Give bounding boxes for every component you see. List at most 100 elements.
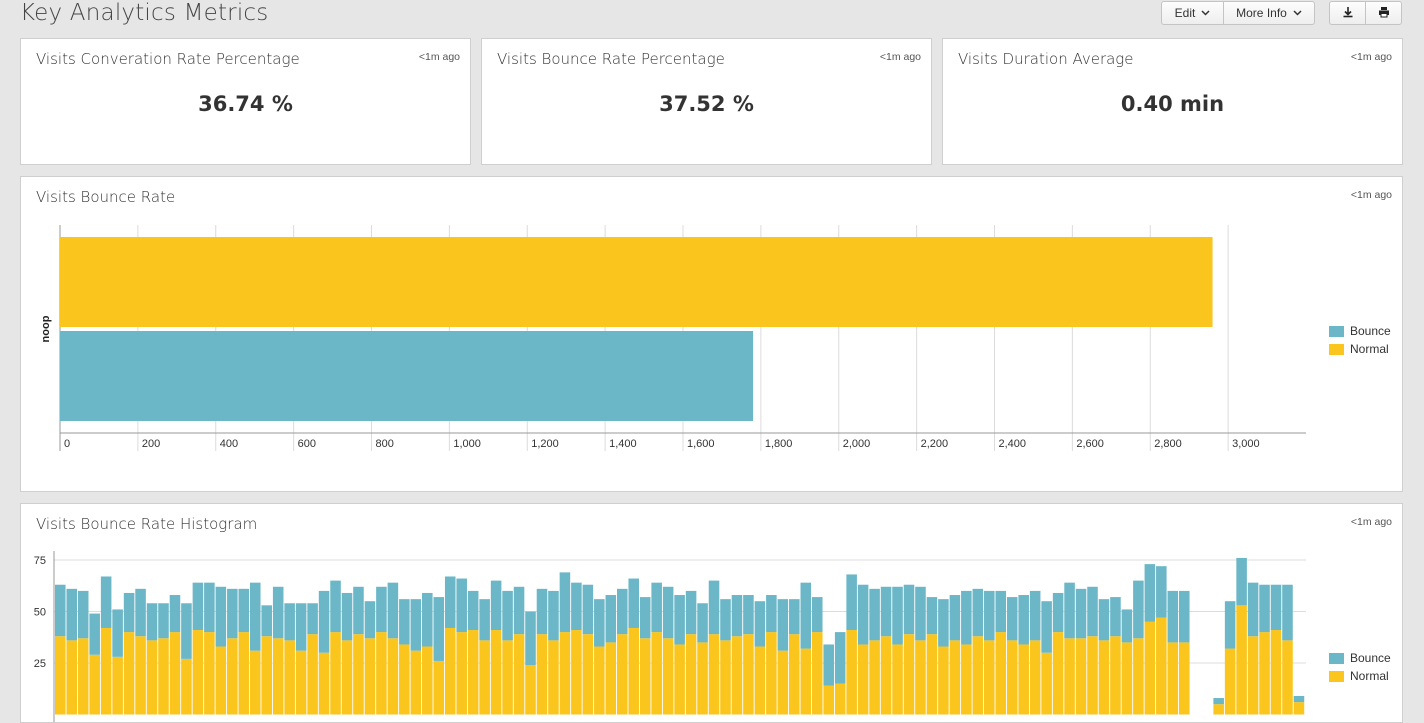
single-value: 0.40 min (1120, 92, 1225, 116)
bar-normal (674, 644, 685, 715)
bar-normal (1156, 617, 1167, 715)
bar-bounce (169, 595, 181, 633)
bar-normal (846, 630, 857, 715)
bar-bounce (490, 580, 502, 631)
bar-normal (433, 660, 445, 715)
legend-swatch (1329, 670, 1344, 682)
bar-bounce (135, 588, 146, 637)
bar-normal (834, 683, 846, 715)
bar-normal (215, 646, 227, 715)
bar-bounce (536, 588, 548, 635)
bar-bounce (1064, 582, 1075, 639)
bar-bounce (89, 613, 100, 655)
bar-bounce (685, 590, 697, 635)
legend-item-bounce[interactable]: Bounce (1329, 649, 1391, 667)
bar-normal (1087, 636, 1098, 715)
bar-normal (915, 640, 926, 715)
download-button[interactable] (1329, 1, 1366, 25)
bar-normal (1041, 652, 1052, 715)
bar-normal (295, 650, 307, 715)
bar-normal (307, 634, 318, 715)
bar-normal (1224, 648, 1236, 715)
bar-bounce (559, 572, 571, 633)
edit-button-label: Edit (1174, 6, 1196, 20)
bar-normal (135, 636, 146, 715)
panel-title: Visits Converation Rate Percentage (36, 50, 300, 68)
bar-bounce (777, 599, 789, 651)
x-tick-label: 600 (298, 438, 316, 450)
y-tick-label: 75 (34, 555, 46, 567)
panel-title: Visits Duration Average (958, 50, 1134, 68)
bar-bounce (708, 580, 720, 635)
bounce-rate-bar-panel: Visits Bounce Rate <1m ago 0 200 400 600 800… (20, 176, 1403, 492)
print-button[interactable] (1365, 1, 1402, 25)
page-title: Key Analytics Metrics (20, 0, 269, 26)
bar-bounce (754, 601, 766, 647)
print-icon (1378, 6, 1390, 21)
bar-normal (857, 644, 869, 715)
y-category-label: noop (40, 315, 52, 342)
bar-bounce (376, 586, 387, 633)
bar-normal (467, 630, 479, 715)
legend-item-normal[interactable]: Normal (1329, 340, 1391, 358)
panel-timestamp: <1m ago (418, 51, 460, 63)
bar-bounce (215, 586, 227, 647)
bar-bounce (1213, 698, 1224, 705)
bar-normal (777, 650, 789, 715)
bar-bounce (284, 603, 295, 641)
bar-normal (146, 640, 158, 715)
bar-bounce (66, 588, 78, 641)
bar-bounce (938, 599, 949, 647)
legend-label: Normal (1350, 669, 1389, 683)
bar-bounce (444, 576, 456, 628)
bar-bounce (639, 597, 651, 639)
legend-item-bounce[interactable]: Bounce (1329, 322, 1391, 340)
x-tick-label: 2,400 (999, 438, 1027, 450)
bar-bounce (1029, 590, 1041, 641)
bar-normal (1006, 640, 1018, 715)
bar-bounce (1121, 609, 1133, 643)
bar-normal (594, 646, 605, 715)
x-tick-label: 1,200 (531, 438, 559, 450)
x-tick-label: 800 (376, 438, 394, 450)
panel-timestamp: <1m ago (1350, 51, 1392, 63)
bar-bounce (387, 582, 399, 639)
legend-item-normal[interactable]: Normal (1329, 667, 1391, 685)
bar-bounce (227, 588, 238, 639)
y-tick-label: 25 (34, 658, 46, 670)
bar-normal (559, 632, 571, 715)
bar-normal (169, 632, 181, 715)
bar-normal (662, 638, 674, 715)
bar-normal (1133, 638, 1144, 715)
bounce-rate-histogram-chart: 25 50 75 (34, 551, 1306, 722)
chart-legend: Bounce Normal (1329, 649, 1391, 685)
more-info-button[interactable]: More Info (1223, 1, 1315, 25)
bar-normal (697, 642, 708, 715)
bar-normal (685, 634, 697, 715)
bounce-rate-bar-chart: 0 200 400 600 800 1,000 1,200 1,400 1,600 1,800 2,… (40, 225, 1306, 451)
bar-bounce (1156, 566, 1167, 618)
bar-normal (158, 638, 169, 715)
bar-normal (513, 634, 525, 715)
single-value: 36.74 % (198, 92, 293, 116)
bar-normal (272, 638, 284, 715)
bar-normal (720, 640, 731, 715)
bar-bounce (341, 592, 353, 641)
bar-normal (789, 634, 800, 715)
bar-bounce (789, 599, 800, 635)
bar-bounce (628, 578, 640, 628)
bar-normal (548, 640, 559, 715)
x-tick-label: 0 (64, 438, 70, 450)
bar-bounce (800, 582, 812, 649)
bar-bounce (261, 605, 272, 637)
bar-bounce (112, 609, 123, 657)
bar-bounce (456, 578, 467, 633)
bar-bounce (467, 590, 479, 631)
bar-normal (1293, 702, 1305, 715)
bar-bounce (1110, 597, 1121, 637)
edit-button[interactable]: Edit (1161, 1, 1224, 25)
bar-bounce (295, 603, 307, 651)
bar-bounce (1178, 590, 1190, 643)
bar-normal (238, 632, 250, 715)
bar-bounce (915, 586, 926, 641)
